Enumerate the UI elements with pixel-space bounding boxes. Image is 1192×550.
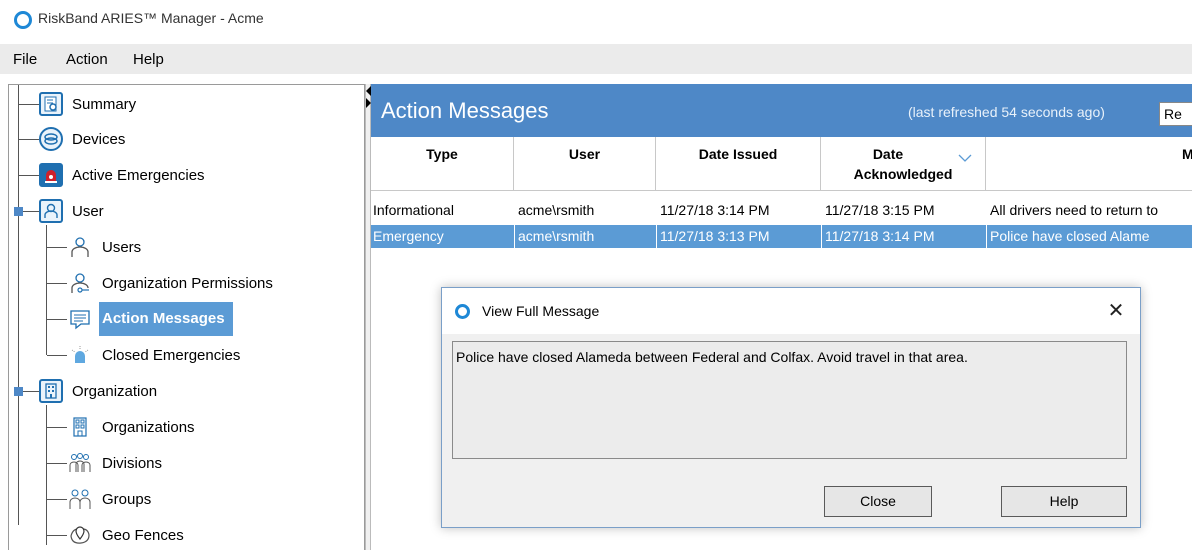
tree-item-label: User [72, 202, 104, 220]
column-header-user[interactable]: User [514, 137, 656, 191]
tree-item-action-messages[interactable]: Action Messages [67, 302, 233, 336]
navigation-tree: Summary Devices Active Emergencies User … [8, 84, 365, 550]
column-header-date-issued[interactable]: Date Issued [656, 137, 821, 191]
cell-type: Informational [373, 202, 454, 218]
window-titlebar: RiskBand ARIES™ Manager - Acme [0, 0, 1192, 40]
close-icon[interactable]: ✕ [1102, 297, 1130, 325]
tree-item-label: Organization [72, 382, 158, 400]
tree-connector [46, 405, 47, 545]
building-icon [39, 379, 63, 403]
divisions-icon [67, 450, 93, 476]
tree-item-label: Action Messages [99, 302, 233, 336]
tree-item-summary[interactable]: Summary [39, 89, 139, 119]
cell-date-acknowledged: 11/27/18 3:15 PM [825, 202, 935, 218]
tree-connector [47, 319, 67, 320]
tree-item-label: Summary [72, 95, 137, 113]
summary-icon [39, 92, 63, 116]
user-key-icon [67, 270, 93, 296]
cell-date-issued: 11/27/18 3:13 PM [660, 228, 770, 244]
last-refreshed-label: (last refreshed 54 seconds ago) [908, 104, 1105, 120]
tree-item-label: Groups [102, 490, 152, 508]
tree-item-label: Divisions [102, 454, 163, 472]
tree-connector [47, 355, 67, 356]
expand-organization-toggle[interactable] [14, 387, 23, 396]
siren-off-icon [67, 342, 93, 368]
tree-connector [19, 175, 39, 176]
tree-item-label: Users [102, 238, 142, 256]
tree-connector [47, 499, 67, 500]
tree-item-organization-permissions[interactable]: Organization Permissions [67, 268, 276, 298]
menu-action[interactable]: Action [66, 51, 108, 68]
dialog-title: View Full Message [482, 303, 600, 319]
close-button[interactable]: Close [824, 486, 932, 517]
menu-help[interactable]: Help [133, 51, 164, 68]
column-header-label: Date Issued [698, 146, 778, 162]
tree-connector [47, 283, 67, 284]
tree-connector [18, 85, 19, 525]
user-icon [67, 234, 93, 260]
tree-item-active-emergencies[interactable]: Active Emergencies [39, 160, 208, 190]
tree-connector [46, 225, 47, 355]
user-icon [39, 199, 63, 223]
tree-item-label: Organization Permissions [102, 274, 273, 292]
column-header-label: M [1182, 146, 1192, 162]
tree-connector [47, 535, 67, 536]
tree-item-users[interactable]: Users [67, 232, 144, 262]
menu-bar: File Action Help [0, 44, 1192, 74]
app-logo-icon [455, 304, 470, 319]
column-header-label: Type [426, 146, 458, 162]
sort-descending-icon [958, 149, 972, 165]
groups-icon [67, 486, 93, 512]
devices-icon [39, 127, 63, 151]
message-text-area[interactable]: Police have closed Alameda between Feder… [452, 341, 1127, 459]
tree-connector [19, 139, 39, 140]
app-logo-icon [14, 11, 32, 29]
tree-item-label: Geo Fences [102, 526, 184, 544]
tree-item-label: Organizations [102, 418, 195, 436]
panel-header: Action Messages (last refreshed 54 secon… [371, 84, 1192, 137]
tree-item-user[interactable]: User [39, 196, 107, 226]
column-header-message[interactable]: M [986, 137, 1192, 191]
cell-type: Emergency [373, 228, 444, 244]
cell-date-issued: 11/27/18 3:14 PM [660, 202, 770, 218]
cell-date-acknowledged: 11/27/18 3:14 PM [825, 228, 935, 244]
tree-item-label: Closed Emergencies [102, 346, 241, 364]
tree-item-devices[interactable]: Devices [39, 124, 128, 154]
menu-file[interactable]: File [13, 51, 37, 68]
tree-connector [19, 104, 39, 105]
dialog-titlebar[interactable]: View Full Message ✕ [442, 288, 1140, 334]
cell-user: acme\rsmith [518, 202, 595, 218]
siren-icon [39, 163, 63, 187]
expand-user-toggle[interactable] [14, 207, 23, 216]
tree-connector [47, 427, 67, 428]
column-header-label: Acknowledged [853, 166, 953, 182]
tree-item-closed-emergencies[interactable]: Closed Emergencies [67, 340, 243, 370]
column-header-label: User [568, 146, 601, 162]
cell-message: All drivers need to return to [990, 202, 1159, 218]
view-full-message-dialog: View Full Message ✕ Police have closed A… [441, 287, 1141, 528]
building-icon [67, 414, 93, 440]
tree-item-label: Devices [72, 130, 126, 148]
tree-item-groups[interactable]: Groups [67, 484, 154, 514]
cell-user: acme\rsmith [518, 228, 595, 244]
column-header-type[interactable]: Type [371, 137, 514, 191]
cell-message: Police have closed Alame [990, 228, 1150, 244]
tree-item-label: Active Emergencies [72, 166, 205, 184]
message-icon [67, 306, 93, 332]
refresh-button[interactable]: Re [1159, 102, 1192, 126]
help-button[interactable]: Help [1001, 486, 1127, 517]
tree-connector [47, 247, 67, 248]
geofence-icon [67, 522, 93, 548]
tree-item-divisions[interactable]: Divisions [67, 448, 165, 478]
window-title: RiskBand ARIES™ Manager - Acme [38, 10, 264, 26]
tree-connector [47, 463, 67, 464]
tree-item-organization[interactable]: Organization [39, 376, 160, 406]
tree-item-geo-fences[interactable]: Geo Fences [67, 520, 187, 550]
column-header-date-acknowledged[interactable]: Date Acknowledged [821, 137, 986, 191]
page-title: Action Messages [381, 98, 549, 123]
tree-item-organizations[interactable]: Organizations [67, 412, 198, 442]
